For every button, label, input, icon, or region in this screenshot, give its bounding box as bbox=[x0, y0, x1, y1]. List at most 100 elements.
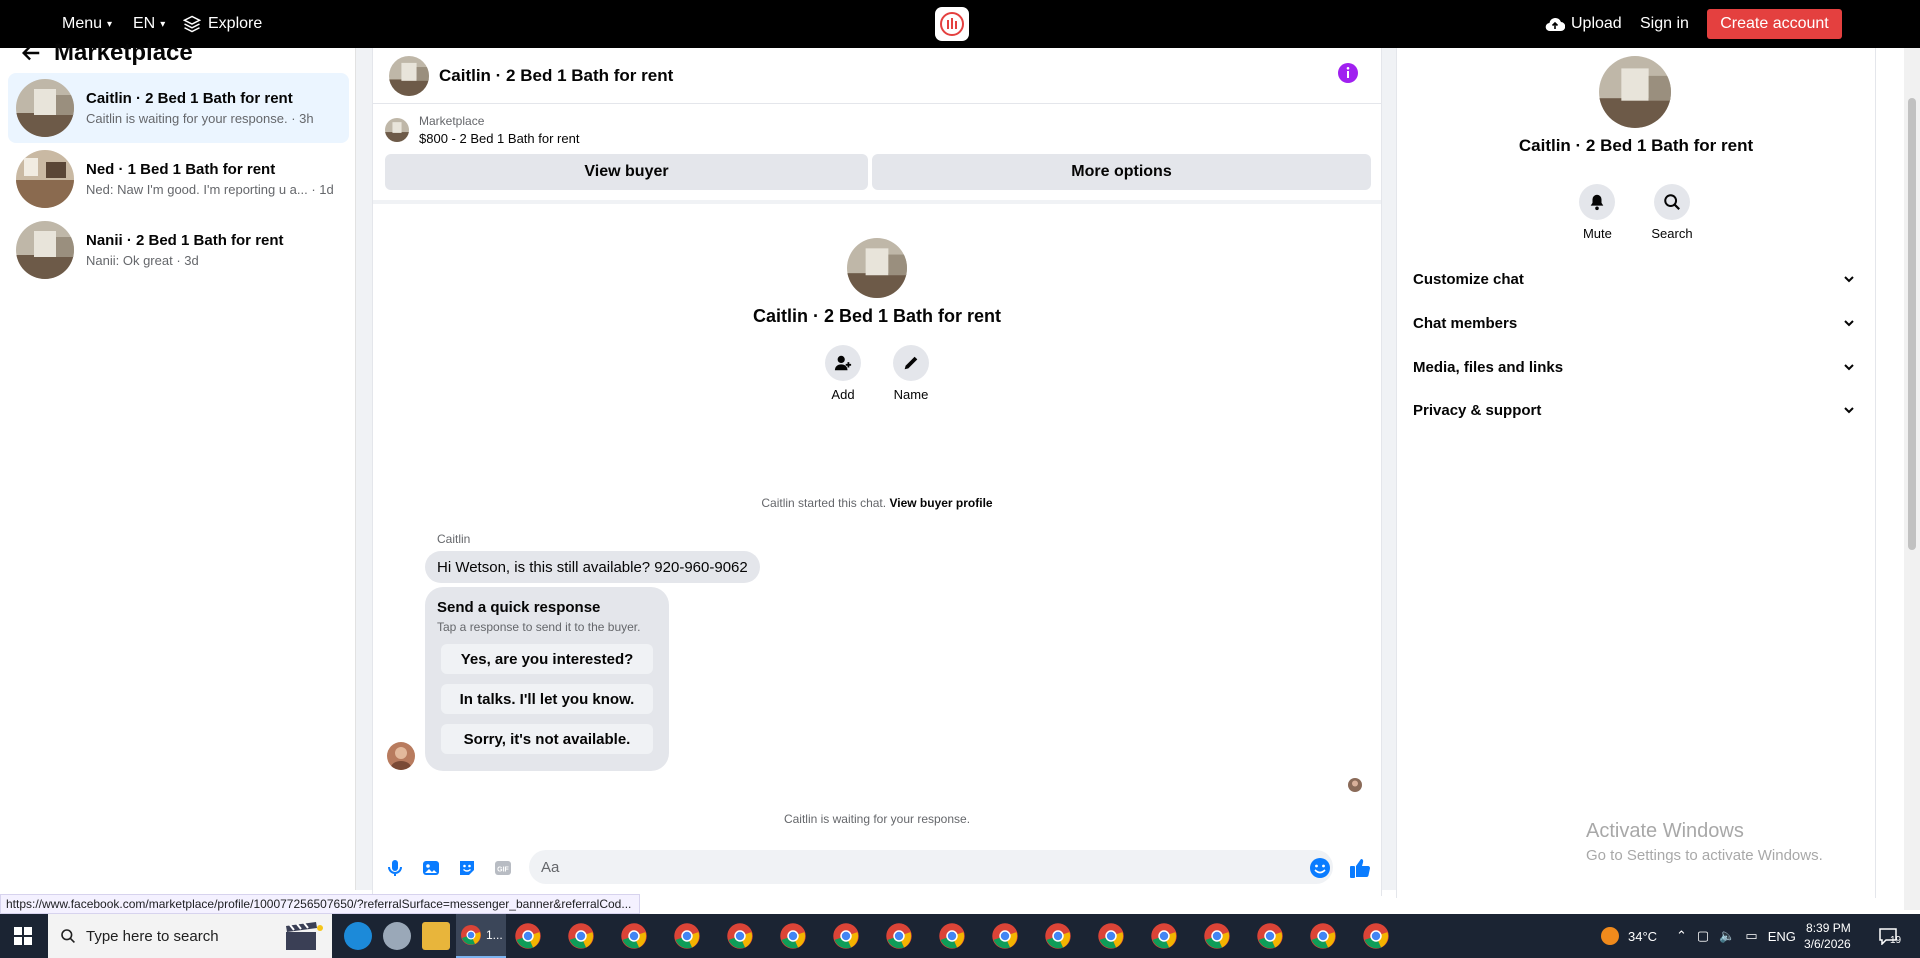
add-person-icon bbox=[825, 345, 861, 381]
chrome-icon[interactable] bbox=[991, 922, 1019, 950]
chat-panel: Caitlin · 2 Bed 1 Bath for rent Marketpl… bbox=[372, 48, 1382, 896]
chrome-icon[interactable] bbox=[1256, 922, 1284, 950]
quick-response-button[interactable]: Sorry, it's not available. bbox=[441, 724, 653, 754]
notification-button[interactable]: 19 bbox=[1878, 914, 1901, 958]
windows-taskbar: Type here to search 1... 34°C ⌃ ▢ � bbox=[0, 914, 1920, 958]
chrome-icon[interactable] bbox=[1044, 922, 1072, 950]
section-label: Customize chat bbox=[1413, 270, 1524, 288]
view-buyer-button[interactable]: View buyer bbox=[385, 154, 868, 190]
search-button[interactable]: Search bbox=[1651, 184, 1693, 241]
media-files-links-section[interactable]: Media, files and links bbox=[1413, 351, 1855, 383]
chrome-icon[interactable] bbox=[1203, 922, 1231, 950]
chrome-icon[interactable] bbox=[832, 922, 860, 950]
conversation-item[interactable]: Ned · 1 Bed 1 Bath for rent Ned: Naw I'm… bbox=[8, 144, 349, 214]
chat-details-panel: Caitlin · 2 Bed 1 Bath for rent Mute Sea… bbox=[1396, 48, 1876, 898]
conversation-list-panel: Marketplace Caitlin · 2 Bed 1 Bath for r… bbox=[0, 39, 356, 890]
intro-actions: Add Name bbox=[825, 345, 929, 402]
chrome-icon[interactable] bbox=[1150, 922, 1178, 950]
volume-icon[interactable]: 🔈 bbox=[1719, 928, 1735, 944]
chrome-icon[interactable] bbox=[885, 922, 913, 950]
chat-members-section[interactable]: Chat members bbox=[1413, 307, 1855, 339]
upload-label: Upload bbox=[1571, 15, 1622, 32]
system-tray: ⌃ ▢ 🔈 ▭ ENG bbox=[1676, 914, 1796, 958]
taskbar-chrome-windows bbox=[514, 922, 1390, 950]
conversation-item[interactable]: Nanii · 2 Bed 1 Bath for rent Nanii: Ok … bbox=[8, 215, 349, 285]
scrollbar-thumb[interactable] bbox=[1908, 98, 1916, 550]
quick-response-button[interactable]: Yes, are you interested? bbox=[441, 644, 653, 674]
menu-label: Menu bbox=[62, 15, 103, 32]
language-indicator[interactable]: ENG bbox=[1768, 929, 1796, 944]
message-bubble[interactable]: Hi Wetson, is this still available? 920-… bbox=[425, 551, 760, 583]
listing-source: Marketplace bbox=[419, 114, 485, 128]
seen-indicator-avatar bbox=[1348, 778, 1362, 792]
network-icon[interactable]: ▭ bbox=[1745, 928, 1757, 944]
page-title: Marketplace bbox=[54, 39, 193, 66]
chrome-icon[interactable] bbox=[938, 922, 966, 950]
view-buyer-profile-link[interactable]: View buyer profile bbox=[889, 496, 992, 510]
chrome-icon[interactable] bbox=[1097, 922, 1125, 950]
gif-icon[interactable]: GIF bbox=[493, 858, 513, 878]
pencil-icon bbox=[893, 345, 929, 381]
listing-avatar bbox=[16, 221, 74, 279]
photo-icon[interactable] bbox=[421, 858, 441, 878]
name-chat-button[interactable]: Name bbox=[893, 345, 929, 402]
file-explorer-icon[interactable] bbox=[422, 922, 450, 950]
create-account-button[interactable]: Create account bbox=[1707, 9, 1842, 39]
upload-button[interactable]: Upload bbox=[1545, 0, 1622, 48]
svg-text:GIF: GIF bbox=[497, 867, 509, 874]
conversation-title: Ned · 1 Bed 1 Bath for rent bbox=[86, 161, 276, 178]
sign-in-link[interactable]: Sign in bbox=[1640, 0, 1689, 48]
meet-icon[interactable]: ▢ bbox=[1697, 928, 1709, 944]
taskbar-active-app[interactable]: 1... bbox=[456, 914, 506, 958]
privacy-support-section[interactable]: Privacy & support bbox=[1413, 394, 1855, 426]
site-logo[interactable] bbox=[935, 7, 969, 41]
chrome-icon[interactable] bbox=[620, 922, 648, 950]
listing-actions: View buyer More options bbox=[385, 154, 1371, 190]
customize-chat-section[interactable]: Customize chat bbox=[1413, 263, 1855, 295]
more-options-button[interactable]: More options bbox=[872, 154, 1371, 190]
chat-title[interactable]: Caitlin · 2 Bed 1 Bath for rent bbox=[439, 66, 673, 86]
conversation-preview: Caitlin is waiting for your response. · … bbox=[86, 111, 314, 126]
chrome-icon[interactable] bbox=[1362, 922, 1390, 950]
thumbs-up-icon[interactable] bbox=[1349, 857, 1371, 878]
conversation-title: Caitlin · 2 Bed 1 Bath for rent bbox=[86, 90, 293, 107]
microphone-icon[interactable] bbox=[385, 858, 405, 878]
emoji-icon[interactable] bbox=[1309, 857, 1330, 878]
chrome-icon[interactable] bbox=[779, 922, 807, 950]
weather-widget[interactable]: 34°C bbox=[1600, 914, 1657, 958]
chrome-icon[interactable] bbox=[673, 922, 701, 950]
sticker-icon[interactable] bbox=[457, 858, 477, 878]
page-scrollbar[interactable] bbox=[1904, 48, 1920, 910]
sender-avatar[interactable] bbox=[387, 742, 415, 770]
chrome-icon[interactable] bbox=[567, 922, 595, 950]
taskbar-search-box[interactable]: Type here to search bbox=[48, 914, 332, 958]
section-label: Chat members bbox=[1413, 314, 1518, 332]
intro-avatar bbox=[847, 238, 907, 298]
app-icon[interactable] bbox=[383, 922, 411, 950]
site-header: Menu ▾ EN ▾ Explore Upload Sign in Creat… bbox=[0, 0, 1920, 48]
back-arrow-icon[interactable] bbox=[20, 42, 42, 64]
message-input[interactable]: Aa bbox=[529, 850, 1333, 884]
chat-intro: Caitlin · 2 Bed 1 Bath for rent Add Name bbox=[373, 238, 1381, 402]
explore-button[interactable]: Explore bbox=[183, 0, 262, 48]
chrome-icon[interactable] bbox=[514, 922, 542, 950]
chat-avatar[interactable] bbox=[389, 55, 429, 96]
mute-button[interactable]: Mute bbox=[1579, 184, 1616, 241]
sun-icon bbox=[1600, 926, 1620, 946]
chrome-icon[interactable] bbox=[726, 922, 754, 950]
windows-start-icon[interactable] bbox=[14, 927, 32, 945]
details-title: Caitlin · 2 Bed 1 Bath for rent bbox=[1518, 136, 1754, 155]
waiting-notice: Caitlin is waiting for your response. bbox=[783, 812, 971, 826]
quick-response-button[interactable]: In talks. I'll let you know. bbox=[441, 684, 653, 714]
conversation-item[interactable]: Caitlin · 2 Bed 1 Bath for rent Caitlin … bbox=[8, 73, 349, 143]
activate-windows-watermark: Activate Windows Go to Settings to activ… bbox=[1586, 820, 1823, 864]
clock-date: 3/6/2026 bbox=[1804, 937, 1851, 951]
info-icon[interactable] bbox=[1337, 62, 1359, 84]
chrome-icon[interactable] bbox=[1309, 922, 1337, 950]
chevron-down-icon bbox=[1843, 404, 1855, 416]
chevron-up-icon[interactable]: ⌃ bbox=[1676, 928, 1687, 944]
listing-banner[interactable]: Marketplace $800 - 2 Bed 1 Bath for rent bbox=[385, 114, 579, 146]
clock[interactable]: 8:39 PM 3/6/2026 bbox=[1804, 914, 1851, 958]
edge-browser-icon[interactable] bbox=[344, 922, 372, 950]
add-people-button[interactable]: Add bbox=[825, 345, 861, 402]
